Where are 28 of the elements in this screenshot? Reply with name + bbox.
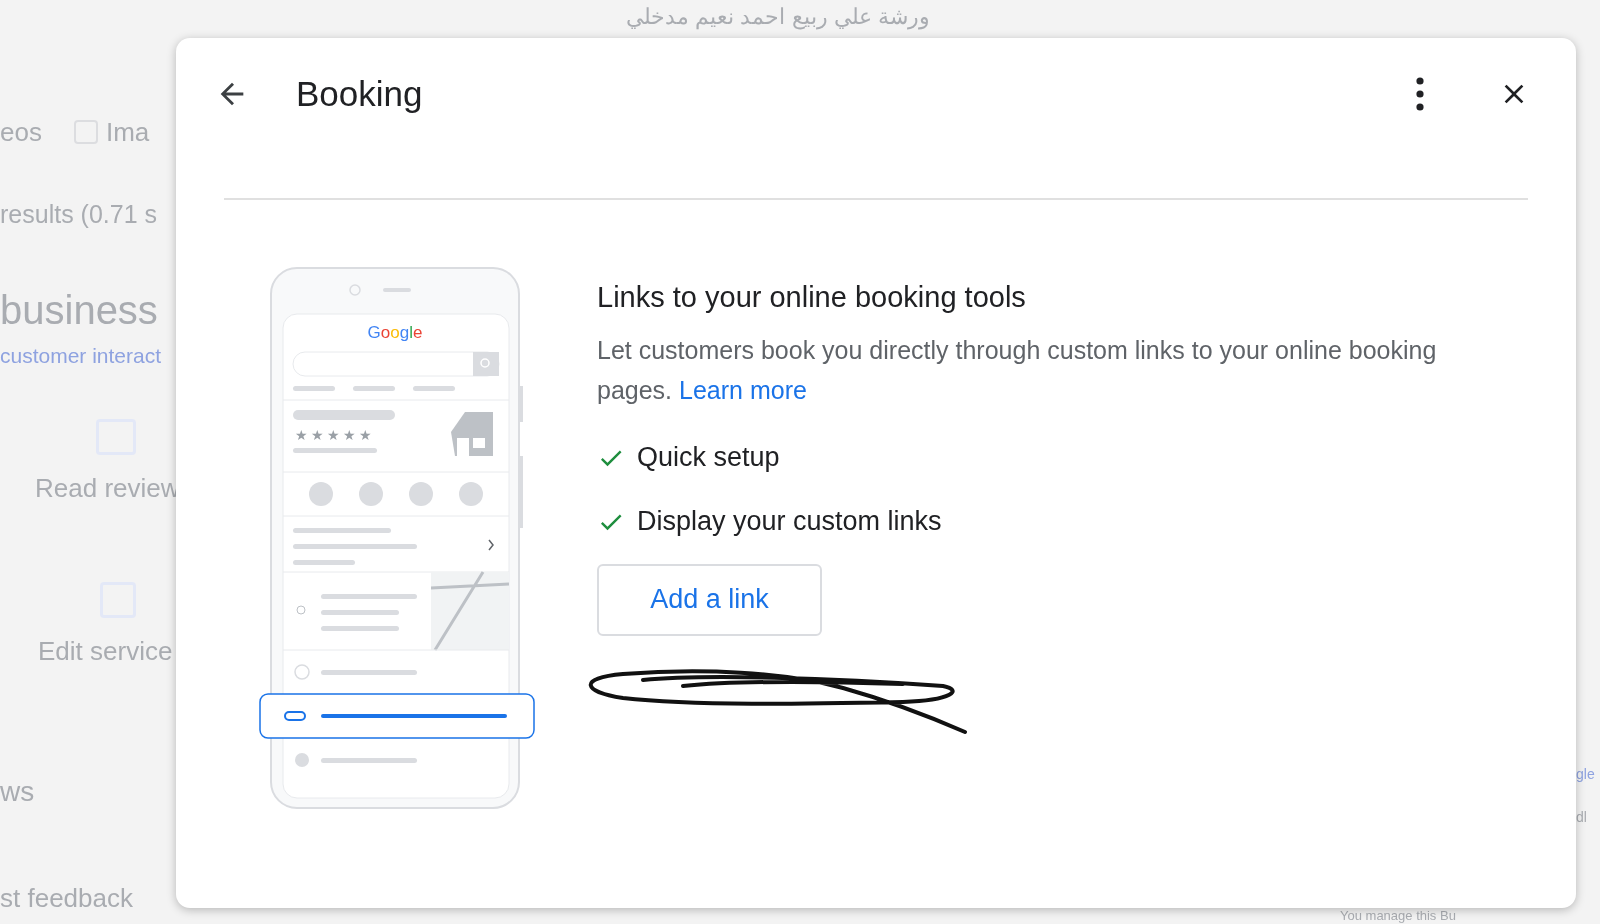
feature-label: Display your custom links	[637, 505, 942, 539]
section-title: ws	[0, 775, 36, 809]
dialog-title: Booking	[296, 72, 423, 115]
description-text: Let customers book you directly through custom links to your online booking pages. Learn more	[597, 334, 1438, 406]
logo-text: Google	[367, 323, 423, 342]
side-text: gle	[1576, 765, 1596, 784]
business-subheading: customer interact	[0, 342, 163, 369]
learn-more-link[interactable]: Learn more	[679, 375, 807, 404]
star-icon: ★	[327, 427, 340, 443]
managed-note: You manage this Bu	[1340, 908, 1456, 924]
more-options-icon	[1415, 77, 1425, 111]
star-icon: ★	[295, 427, 308, 443]
action-label[interactable]: Edit service	[38, 632, 180, 671]
action-label[interactable]: Read review	[35, 469, 180, 508]
feedback-link[interactable]: st feedback	[0, 879, 180, 918]
business-heading: business	[0, 286, 159, 334]
side-text: dl	[1576, 808, 1588, 827]
search-query[interactable]: ورشة علي ربيع احمد نعيم مدخلي	[626, 2, 930, 32]
star-icon: ★	[343, 427, 356, 443]
feature-label: Quick setup	[637, 441, 780, 475]
tab-label[interactable]: Ima	[73, 112, 150, 152]
section-heading: Links to your online booking tools	[597, 280, 1027, 315]
tab-label[interactable]: eos	[0, 112, 42, 152]
star-icon: ★	[311, 427, 324, 443]
add-link-button[interactable]: Add a link	[597, 563, 822, 636]
star-icon: ★	[359, 427, 372, 443]
tab-label-text: Ima	[105, 115, 150, 149]
result-stats: results (0.71 s	[0, 199, 158, 230]
